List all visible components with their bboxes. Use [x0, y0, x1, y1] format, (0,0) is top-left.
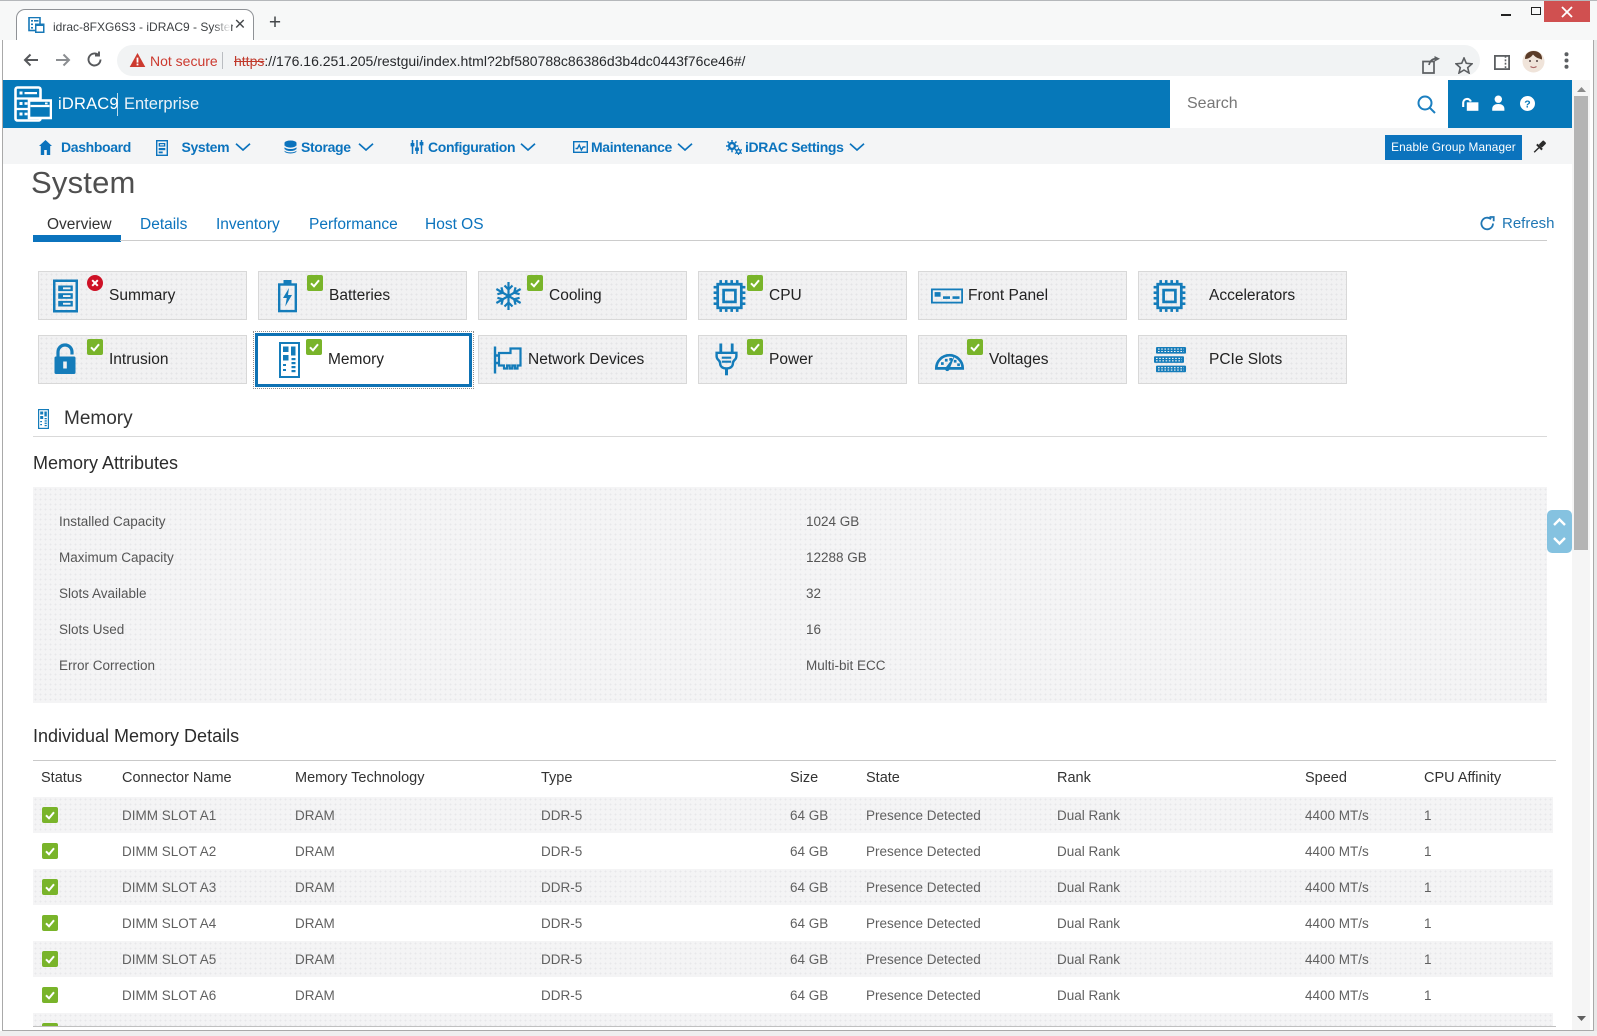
- svg-text:?: ?: [1524, 98, 1530, 110]
